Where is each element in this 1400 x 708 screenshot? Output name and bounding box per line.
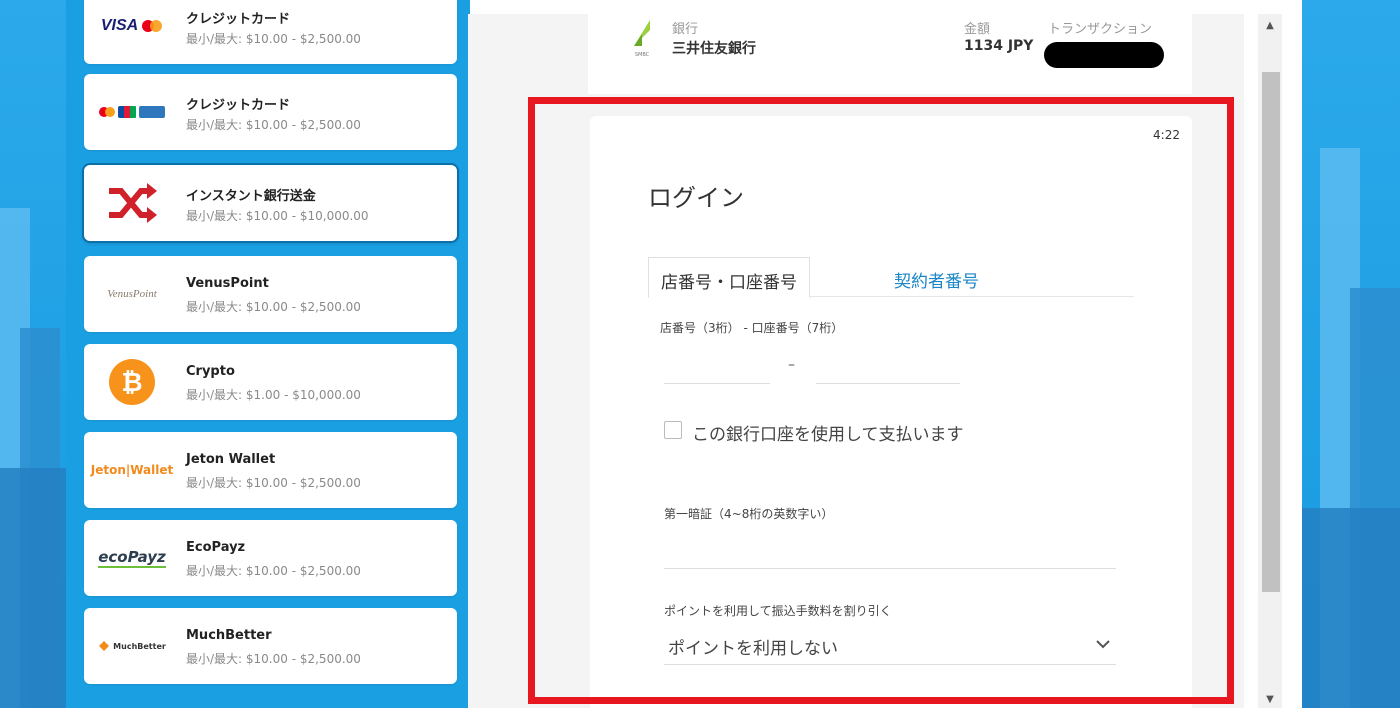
bitcoin-icon: ₿ [92, 354, 172, 410]
points-label: ポイントを利用して振込手数料を割り引く [664, 604, 892, 618]
payment-method-card-venuspoint[interactable]: VenusPoint VenusPoint 最小/最大: $10.00 - $2… [84, 256, 457, 332]
payment-method-name: Crypto [186, 364, 235, 379]
branch-number-input[interactable] [664, 356, 770, 384]
smbc-logo-text: SMBC [634, 52, 650, 58]
payment-method-range: 最小/最大: $10.00 - $10,000.00 [186, 209, 369, 223]
scrollbar[interactable]: ▲ ▼ [1258, 14, 1282, 708]
mastercard-icon [142, 20, 163, 32]
building-shape [0, 468, 66, 708]
muchbetter-logo-text: MuchBetter [113, 641, 166, 651]
payment-method-name: EcoPayz [186, 540, 246, 555]
password-input[interactable] [664, 541, 1116, 569]
payment-method-card-credit-card[interactable]: クレジットカード 最小/最大: $10.00 - $2,500.00 [84, 74, 457, 150]
jeton-logo-text: Jeton|Wallet [90, 463, 174, 477]
use-bank-account-label[interactable]: この銀行口座を使用して支払います [692, 420, 964, 445]
points-select[interactable]: ポイントを利用しない [668, 634, 838, 659]
ecopayz-logo: ecoPayz [92, 530, 172, 586]
chevron-down-icon[interactable] [1095, 636, 1111, 652]
shuffle-transfer-icon [92, 175, 172, 231]
payment-method-card-instant-bank-transfer[interactable]: インスタント銀行送金 最小/最大: $10.00 - $10,000.00 [84, 165, 457, 241]
payment-method-range: 最小/最大: $10.00 - $2,500.00 [186, 476, 361, 490]
bank-header: SMBC 銀行 三井住友銀行 金額 1134 JPY トランザクション [588, 14, 1192, 94]
venuspoint-logo: VenusPoint [92, 266, 172, 322]
account-number-input[interactable] [816, 356, 960, 384]
payment-method-name: VenusPoint [186, 276, 269, 291]
bank-name: 三井住友銀行 [672, 41, 756, 57]
scroll-down-arrow-icon[interactable]: ▼ [1264, 694, 1276, 706]
payment-method-name: インスタント銀行送金 [186, 189, 316, 204]
payment-method-list: VISA クレジットカード 最小/最大: $10.00 - $2,500.00 … [66, 0, 470, 708]
muchbetter-logo: MuchBetter [92, 618, 172, 674]
amount-label: 金額 [964, 22, 991, 37]
session-timer: 4:22 [1153, 128, 1180, 142]
card-brands-icon [99, 106, 165, 118]
payment-method-card-ecopayz[interactable]: ecoPayz EcoPayz 最小/最大: $10.00 - $2,500.0… [84, 520, 457, 596]
login-panel: 4:22 ログイン 店番号・口座番号 契約者番号 店番号（3桁） - 口座番号（… [590, 116, 1192, 708]
payment-method-range: 最小/最大: $10.00 - $2,500.00 [186, 118, 361, 132]
right-skyline-background [1300, 0, 1400, 708]
payment-method-card-crypto[interactable]: ₿ Crypto 最小/最大: $1.00 - $10,000.00 [84, 344, 457, 420]
ecopayz-logo-text: ecoPayz [98, 548, 166, 568]
payment-method-name: Jeton Wallet [186, 452, 276, 467]
branch-account-label: 店番号（3桁） - 口座番号（7桁） [660, 321, 844, 335]
branch-account-dash: – [788, 357, 795, 373]
login-title: ログイン [648, 184, 744, 212]
payment-method-card-muchbetter[interactable]: MuchBetter MuchBetter 最小/最大: $10.00 - $2… [84, 608, 457, 684]
shuffle-arrows-icon [109, 183, 157, 223]
payment-method-card-credit-card-visa[interactable]: VISA クレジットカード 最小/最大: $10.00 - $2,500.00 [84, 0, 457, 64]
venuspoint-logo-text: VenusPoint [107, 288, 157, 300]
muchbetter-mark-icon [99, 641, 110, 651]
smbc-leaf-icon [634, 20, 650, 46]
visa-mastercard-logo: VISA [92, 0, 172, 54]
visa-logo-text: VISA [100, 17, 139, 34]
payment-method-name: クレジットカード [186, 12, 291, 27]
bank-label: 銀行 [672, 22, 699, 37]
login-tabs: 店番号・口座番号 契約者番号 [648, 257, 1134, 298]
payment-method-name: クレジットカード [186, 98, 291, 113]
redacted-transaction-id [1044, 42, 1164, 68]
smbc-logo: SMBC [628, 18, 656, 58]
bitcoin-symbol: ₿ [121, 367, 143, 398]
transaction-label: トランザクション [1048, 22, 1153, 37]
payment-method-range: 最小/最大: $10.00 - $2,500.00 [186, 564, 361, 578]
payment-method-range: 最小/最大: $1.00 - $10,000.00 [186, 388, 361, 402]
amount-value: 1134 JPY [964, 38, 1034, 54]
payment-method-range: 最小/最大: $10.00 - $2,500.00 [186, 32, 361, 46]
payment-method-card-jeton-wallet[interactable]: Jeton|Wallet Jeton Wallet 最小/最大: $10.00 … [84, 432, 457, 508]
use-bank-account-checkbox[interactable] [664, 421, 682, 439]
payment-method-range: 最小/最大: $10.00 - $2,500.00 [186, 652, 361, 666]
scroll-up-arrow-icon[interactable]: ▲ [1264, 20, 1276, 32]
building-shape [1300, 508, 1400, 708]
password-label: 第一暗証（4~8桁の英数字い） [664, 507, 834, 521]
jeton-wallet-logo: Jeton|Wallet [90, 442, 174, 498]
payment-method-name: MuchBetter [186, 628, 272, 643]
payment-method-range: 最小/最大: $10.00 - $2,500.00 [186, 300, 361, 314]
tab-branch-account[interactable]: 店番号・口座番号 [648, 257, 810, 298]
scrollbar-thumb[interactable] [1262, 72, 1280, 592]
tab-contract-number[interactable]: 契約者番号 [882, 257, 991, 298]
card-brands-logo [92, 84, 172, 140]
points-select-underline [664, 664, 1116, 665]
bitcoin-circle: ₿ [109, 359, 155, 405]
